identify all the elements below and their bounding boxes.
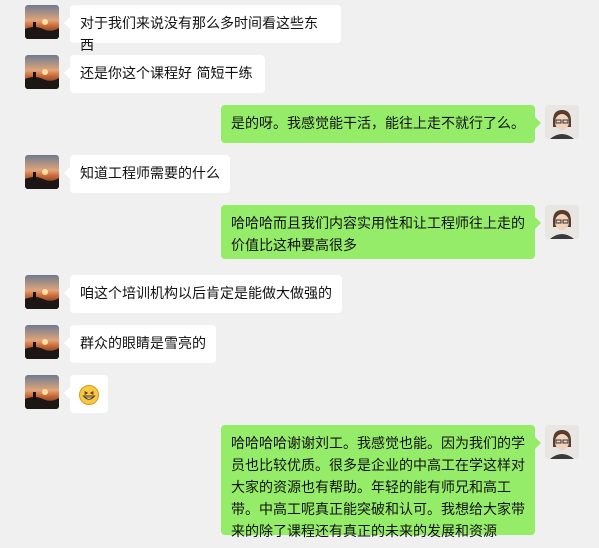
person-avatar-icon: [545, 205, 579, 239]
message-bubble-incoming[interactable]: 对于我们来说没有那么多时间看这些东西: [64, 5, 341, 54]
message-bubble-incoming[interactable]: [64, 375, 108, 413]
sender-avatar[interactable]: [25, 155, 59, 189]
message-text: 对于我们来说没有那么多时间看这些东西: [80, 16, 318, 54]
my-avatar[interactable]: [545, 105, 579, 139]
message-bubble-outgoing[interactable]: 是的呀。我感觉能干活，能往上走不就行了么。: [221, 105, 541, 143]
message-text: 还是你这个课程好 简短干练: [80, 66, 253, 82]
message-text: 群众的眼睛是雪亮的: [80, 336, 206, 352]
message-text: 是的呀。我感觉能干活，能往上走不就行了么。: [231, 116, 525, 132]
message-bubble-outgoing[interactable]: 哈哈哈而且我们内容实用性和让工程师往上走的价值比这种要高很多: [221, 205, 541, 259]
sunset-avatar-icon: [25, 275, 59, 309]
sender-avatar[interactable]: [25, 5, 59, 39]
sender-avatar[interactable]: [25, 275, 59, 309]
sender-avatar[interactable]: [25, 325, 59, 359]
sunset-avatar-icon: [25, 5, 59, 39]
message-bubble-incoming[interactable]: 群众的眼睛是雪亮的: [64, 325, 216, 363]
sunset-avatar-icon: [25, 325, 59, 359]
message-text: 哈哈哈哈谢谢刘工。我感觉也能。因为我们的学员也比较优质。很多是企业的中高工在学这…: [231, 436, 525, 540]
message-bubble-outgoing[interactable]: 哈哈哈哈谢谢刘工。我感觉也能。因为我们的学员也比较优质。很多是企业的中高工在学这…: [221, 425, 541, 540]
person-avatar-icon: [545, 105, 579, 139]
message-text: 知道工程师需要的什么: [80, 166, 220, 182]
message-text: 咱这个培训机构以后肯定是能做大做强的: [80, 286, 332, 302]
sender-avatar[interactable]: [25, 55, 59, 89]
sunset-avatar-icon: [25, 155, 59, 189]
grinning-face-emoji-icon: [79, 385, 99, 405]
chat-message-list: 对于我们来说没有那么多时间看这些东西 还是你这个课程好 简短干练 是的呀。我感觉…: [0, 0, 599, 548]
sender-avatar[interactable]: [25, 375, 59, 409]
message-bubble-incoming[interactable]: 咱这个培训机构以后肯定是能做大做强的: [64, 275, 342, 313]
my-avatar[interactable]: [545, 205, 579, 239]
my-avatar[interactable]: [545, 425, 579, 459]
sunset-avatar-icon: [25, 375, 59, 409]
message-bubble-incoming[interactable]: 知道工程师需要的什么: [64, 155, 230, 193]
message-bubble-incoming[interactable]: 还是你这个课程好 简短干练: [64, 55, 265, 93]
sunset-avatar-icon: [25, 55, 59, 89]
message-text: 哈哈哈而且我们内容实用性和让工程师往上走的价值比这种要高很多: [231, 216, 525, 254]
person-avatar-icon: [545, 425, 579, 459]
